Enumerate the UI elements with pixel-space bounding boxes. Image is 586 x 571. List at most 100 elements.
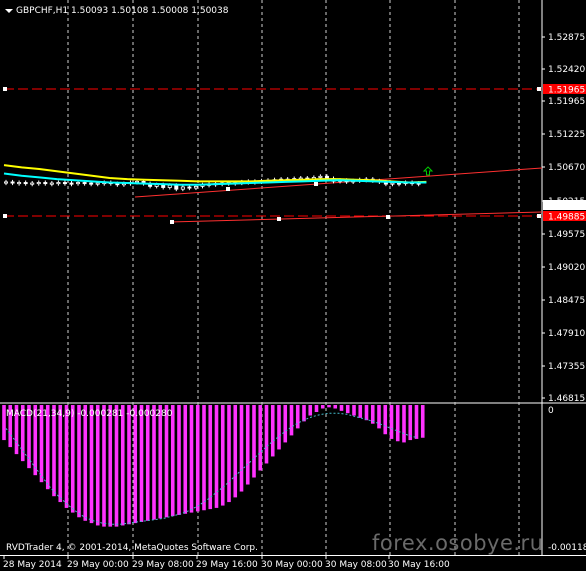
macd-bar [170,405,175,517]
macd-bar [127,405,131,525]
candle-body [56,182,61,185]
channel-anchor [314,182,318,186]
candle-body [43,182,48,185]
macd-bar [420,405,425,438]
candle-body [62,182,67,185]
macd-bar [158,405,163,519]
level-endpoint [537,214,541,218]
macd-bar [289,405,294,436]
macd-bar [333,405,338,409]
y-tick-label: 1.50670 [548,163,585,173]
candle-body [193,185,198,189]
candle-body [30,182,35,185]
chart-header: GBPCHF,H1 1.50093 1.50108 1.50008 1.5003… [16,6,229,16]
x-tick-label: 30 May 08:00 [325,560,387,570]
macd-bar [414,405,419,439]
watermark-text: forex.osobye.ru [372,531,544,555]
candle-body [82,182,87,185]
channel-anchor [170,220,174,224]
macd-bar [70,405,75,513]
trading-chart-window: 1.528751.524201.519651.512251.506701.502… [0,0,586,571]
macd-bar [270,405,275,457]
candle-body [36,182,41,185]
macd-bar [220,405,225,506]
macd-bar [95,405,100,526]
macd-bar [177,405,181,515]
header-triangle-icon [5,9,13,13]
macd-bar [164,405,169,518]
price-label-resistance: 1.51965 [548,86,585,96]
candle-body [17,182,22,185]
macd-bar [402,405,406,443]
y-tick-label: 1.49575 [548,230,585,240]
x-tick-label: 29 May 08:00 [132,560,194,570]
y-tick-label: 1.48475 [548,296,585,306]
candle-body [167,184,172,188]
candle-body [115,183,120,186]
copyright-text: RVDTrader 4, © 2001-2014, MetaQuotes Sof… [6,543,258,553]
macd-y-tick-min: -0.001181 [548,543,586,553]
candle-body [69,182,74,185]
macd-bar [208,405,213,510]
macd-bar [389,405,394,439]
candle-body [76,182,81,185]
macd-bar [139,405,144,522]
macd-bar [345,405,350,414]
candle-body [95,182,100,185]
y-tick-label: 1.47355 [548,362,585,372]
macd-bar [189,405,194,513]
candle-body [174,184,179,190]
candle-body [49,182,54,185]
macd-bar [252,405,256,478]
macd-bar [258,405,263,471]
macd-bar [145,405,150,521]
macd-bar [283,405,288,443]
y-tick-label: 1.46815 [548,394,585,404]
candle-body [23,182,28,185]
macd-bar [83,405,88,521]
candle-body [4,181,9,184]
channel-upper [134,167,543,198]
macd-bar [277,405,281,450]
macd-bar [152,405,156,520]
macd-bar [339,405,344,411]
level-endpoint [537,87,541,91]
macd-bar [264,405,269,464]
macd-bar [239,405,244,492]
macd-bar [358,405,363,418]
macd-bar [327,405,331,408]
candle-body [318,175,323,178]
macd-bar [120,405,125,526]
macd-bar [245,405,250,485]
up-arrow-icon [422,166,434,176]
y-tick-label: 1.51965 [548,97,585,107]
macd-header: MACD(21,34,9) -0.000281 -0.000280 [6,409,173,419]
macd-bar [202,405,206,511]
macd-bar [89,405,94,524]
y-tick-label: 1.51225 [548,130,585,140]
macd-y-tick-zero: 0 [548,406,554,416]
y-tick-label: 1.52420 [548,65,585,75]
macd-bar [395,405,400,442]
macd-bar [295,405,300,429]
level-endpoint [3,214,7,218]
macd-bar [64,405,69,508]
y-tick-label: 1.52875 [548,33,585,43]
macd-bar [377,405,381,429]
macd-bar [364,405,369,421]
price-label-current: 1.50038 [548,202,585,212]
macd-bar [114,405,119,527]
macd-bar [77,405,81,518]
candle-body [187,186,192,189]
x-tick-label: 28 May 2014 [3,560,62,570]
macd-bar [183,405,188,514]
x-tick-label: 30 May 00:00 [261,560,323,570]
macd-bar [352,405,356,416]
y-tick-label: 1.49020 [548,263,585,273]
macd-bar [227,405,231,503]
y-tick-label: 1.47910 [548,329,585,339]
macd-bar [408,405,413,441]
macd-bar [233,405,238,498]
chart-canvas[interactable]: 1.528751.524201.519651.512251.506701.502… [0,0,586,571]
x-tick-label: 29 May 16:00 [196,560,258,570]
